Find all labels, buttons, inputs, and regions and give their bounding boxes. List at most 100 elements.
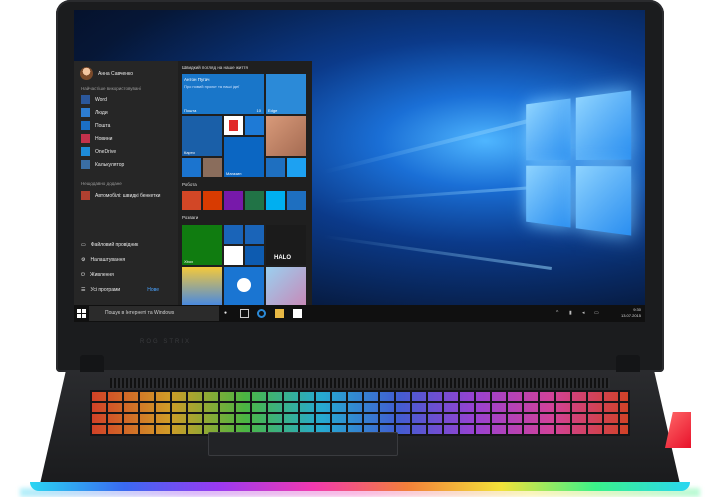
menu-item-label: Word (95, 96, 107, 103)
tile-xbox[interactable]: Xbox (182, 225, 222, 265)
tiles-life-header: Швидкий погляд на наше життя (182, 65, 248, 70)
tile-weather[interactable]: Edge (266, 74, 306, 114)
edge-icon[interactable] (257, 309, 266, 318)
menu-item-label: Новини (95, 135, 113, 142)
menu-item-label: Налаштування (90, 257, 126, 263)
tile-movies[interactable] (245, 225, 264, 244)
rgb-keyboard (90, 390, 630, 436)
new-badge: Нове (147, 287, 159, 293)
menu-item-onedrive[interactable]: OneDrive (81, 147, 116, 156)
user-account[interactable]: Анна Савченко (80, 67, 133, 80)
tile-minions[interactable] (182, 267, 222, 305)
tile-shazam[interactable] (224, 267, 264, 305)
tile-contact-photo[interactable] (203, 158, 222, 177)
file-explorer-icon[interactable] (275, 309, 284, 318)
start-button-icon[interactable] (77, 309, 86, 318)
taskbar: Пошук в Інтернеті та Windows ● ^ ▮ ◂ ▭ 9… (74, 305, 645, 322)
menu-item-settings[interactable]: ⚙ Налаштування (81, 257, 125, 263)
tile-onedrive[interactable] (287, 191, 306, 210)
tile-mail-label: Пошта (184, 108, 197, 113)
tile-paint[interactable] (245, 246, 264, 265)
all-apps-icon: ☰ (81, 287, 86, 293)
tile-flipboard[interactable] (224, 116, 243, 135)
tile-maps-label: Карти (184, 150, 195, 155)
notification-chevron-icon[interactable]: ^ (556, 310, 558, 316)
menu-item-label: Живлення (89, 272, 114, 278)
store-icon[interactable] (293, 309, 302, 318)
power-icon: ⏻ (81, 272, 85, 278)
action-center-icon[interactable]: ▭ (594, 310, 599, 316)
menu-item-calculator[interactable]: Калькулятор (81, 160, 124, 169)
menu-item-label: Файловий провідник (90, 242, 139, 248)
tile-camera[interactable] (245, 116, 264, 135)
tile-people[interactable] (182, 158, 201, 177)
tile-halo[interactable]: HALO (266, 225, 306, 265)
tile-onenote[interactable] (224, 191, 243, 210)
tile-office[interactable] (203, 191, 222, 210)
hinge-vent (110, 378, 610, 388)
tile-skype[interactable] (266, 191, 285, 210)
menu-item-label: OneDrive (95, 148, 117, 155)
menu-item-mail[interactable]: Пошта (81, 121, 110, 130)
start-menu: Анна Савченко Найчастіше використовувані… (74, 61, 312, 305)
menu-item-word[interactable]: Word (81, 95, 107, 104)
tile-edge-label: Edge (268, 108, 278, 113)
menu-item-people[interactable]: Люди (81, 108, 108, 117)
tiles-play-header: Розваги (182, 215, 199, 220)
keyboard-keys (92, 392, 628, 434)
tile-mail[interactable]: Антон Пугач Про новий проєкт та наші іде… (182, 74, 264, 114)
tile-halo-label: HALO (274, 255, 291, 261)
menu-item-file-explorer[interactable]: ▭ Файловий провідник (81, 242, 138, 248)
onedrive-icon (81, 147, 90, 156)
tile-xbox-label: Xbox (184, 259, 194, 264)
tile-mail-preview: Про новий проєкт та наші ідеї (184, 84, 240, 89)
folder-icon: ▭ (81, 242, 86, 248)
menu-item-label: Автомобілі: швидкі бенкетки (95, 192, 161, 199)
tile-maps[interactable]: Карти (182, 116, 222, 156)
start-menu-tiles: Швидкий погляд на наше життя Антон Пугач… (180, 61, 312, 305)
menu-item-recent[interactable]: Автомобілі: швидкі бенкетки (81, 191, 160, 200)
people-icon (81, 108, 90, 117)
tile-frozen[interactable] (266, 267, 306, 305)
tile-powerpoint[interactable] (182, 191, 201, 210)
tile-mail-count: 10 (256, 108, 261, 113)
tile-photos[interactable] (266, 116, 306, 156)
tile-excel[interactable] (245, 191, 264, 210)
wasd-accent (665, 412, 691, 448)
tile-mail-sender: Антон Пугач (184, 77, 210, 82)
tile-slack[interactable] (224, 246, 243, 265)
tile-groove[interactable] (224, 225, 243, 244)
volume-icon[interactable]: ◂ (582, 310, 585, 316)
task-view-icon[interactable] (240, 309, 249, 318)
network-icon[interactable]: ▮ (569, 310, 572, 316)
avatar (80, 67, 93, 80)
menu-item-label: Пошта (95, 122, 111, 129)
tile-store-label: Магазин (226, 171, 242, 176)
car-game-icon (81, 191, 90, 200)
calculator-icon (81, 160, 90, 169)
menu-item-label: Усі програми (90, 287, 121, 293)
laptop-screen: Анна Савченко Найчастіше використовувані… (74, 10, 645, 322)
menu-item-news[interactable]: Новини (81, 134, 112, 143)
menu-item-label: Калькулятор (95, 161, 125, 168)
news-icon (81, 134, 90, 143)
menu-item-all-apps[interactable]: ☰ Усі програми Нове (81, 287, 159, 293)
tile-calculator[interactable] (266, 158, 285, 177)
menu-item-power[interactable]: ⏻ Живлення (81, 272, 114, 278)
most-used-header: Найчастіше використовувані (81, 86, 141, 91)
taskbar-search-input[interactable]: Пошук в Інтернеті та Windows (89, 306, 219, 321)
menu-item-label: Люди (95, 109, 108, 116)
microphone-icon[interactable]: ● (224, 310, 227, 316)
shazam-icon (237, 278, 251, 292)
gear-icon: ⚙ (81, 257, 86, 263)
rgb-light-bar (30, 482, 690, 491)
word-icon (81, 95, 90, 104)
windows-logo-icon (526, 90, 633, 236)
taskbar-clock[interactable]: 9:30 13.07.2015 (621, 307, 641, 319)
tile-twitter[interactable] (287, 158, 306, 177)
mail-icon (81, 121, 90, 130)
recently-added-header: Нещодавно додане (81, 181, 122, 186)
tiles-work-header: Робота (182, 182, 197, 187)
start-menu-left-column: Анна Савченко Найчастіше використовувані… (74, 61, 178, 305)
tile-store[interactable]: Магазин (224, 137, 264, 177)
